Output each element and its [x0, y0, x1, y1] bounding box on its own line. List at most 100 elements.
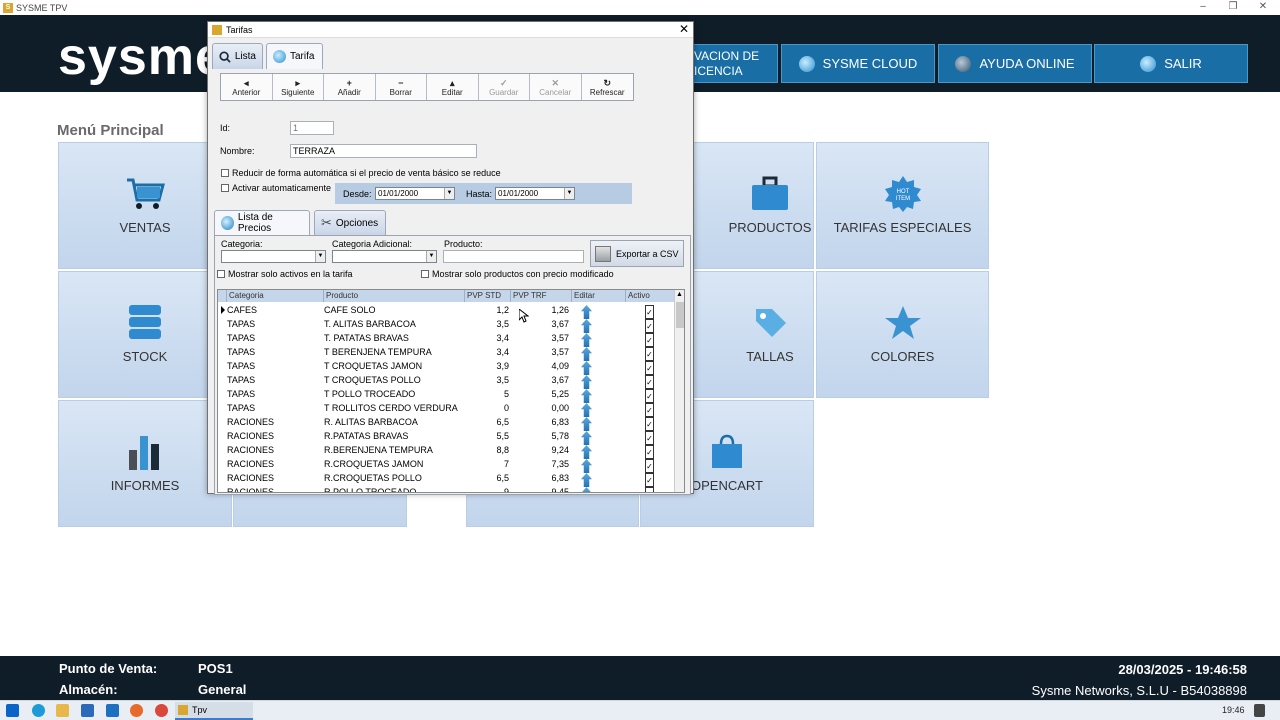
cell-activo[interactable]: ✓ [645, 373, 655, 389]
cell-activo[interactable]: ✓ [645, 429, 655, 445]
cell-editar[interactable] [581, 401, 593, 417]
editar-button[interactable]: ▴ Editar [427, 74, 479, 100]
col-pvp-std[interactable]: PVP STD [465, 290, 511, 302]
scroll-thumb[interactable] [676, 302, 684, 328]
id-field[interactable]: 1 [290, 121, 334, 135]
cell-activo[interactable]: ✓ [645, 443, 655, 459]
cell-activo[interactable]: ✓ [645, 457, 655, 473]
table-row[interactable]: TAPAS T. ALITAS BARBACOA 3,5 3,67 ✓ [218, 317, 676, 333]
dialog-close-icon[interactable]: ✕ [679, 22, 689, 37]
table-row[interactable]: RACIONES R. ALITAS BARBACOA 6,5 6,83 ✓ [218, 415, 676, 431]
table-row[interactable]: RACIONES R.PATATAS BRAVAS 5,5 5,78 ✓ [218, 429, 676, 445]
tile-ventas[interactable]: VENTAS [58, 142, 232, 269]
tab-opciones[interactable]: ✂ Opciones [314, 210, 386, 235]
cell-producto: R.CROQUETAS JAMON [324, 459, 424, 469]
cell-activo[interactable]: ✓ [645, 345, 655, 361]
file-explorer-icon[interactable] [56, 704, 69, 717]
col-pvp-trf[interactable]: PVP TRF [511, 290, 572, 302]
table-row[interactable]: TAPAS T. PATATAS BRAVAS 3,4 3,57 ✓ [218, 331, 676, 347]
borrar-button[interactable]: − Borrar [376, 74, 427, 100]
salir-button[interactable]: SALIR [1094, 44, 1248, 83]
taskbar-tpv-app[interactable]: Tpv [175, 702, 253, 720]
col-editar[interactable]: Editar [572, 290, 626, 302]
cell-activo[interactable]: ✓ [645, 471, 655, 487]
close-window-icon[interactable]: ✕ [1248, 0, 1278, 15]
windows-start-icon[interactable] [6, 704, 19, 717]
siguiente-button[interactable]: ▸ Siguiente [273, 74, 324, 100]
cell-activo[interactable]: ✓ [645, 401, 655, 417]
categoria-select[interactable]: ▼ [221, 250, 326, 263]
cell-editar[interactable] [581, 359, 593, 375]
cell-editar[interactable] [581, 317, 593, 333]
table-row[interactable]: CAFES CAFE SOLO 1,2 1,26 ✓ [218, 303, 676, 319]
activacion-licencia-button[interactable]: VACION DE ICENCIA [685, 44, 778, 83]
scroll-up-icon[interactable]: ▲ [676, 291, 683, 298]
nombre-field[interactable]: TERRAZA [290, 144, 477, 158]
cell-editar[interactable] [581, 457, 593, 473]
mail-icon[interactable] [106, 704, 119, 717]
table-row[interactable]: RACIONES R.CROQUETAS JAMON 7 7,35 ✓ [218, 457, 676, 473]
restore-icon[interactable]: ❐ [1218, 0, 1248, 15]
table-row[interactable]: RACIONES R.BERENJENA TEMPURA 8,8 9,24 ✓ [218, 443, 676, 459]
store-icon[interactable] [81, 704, 94, 717]
solo-modificados-checkbox[interactable] [421, 270, 429, 278]
globe-icon [955, 55, 972, 72]
anadir-button[interactable]: + Añadir [324, 74, 376, 100]
cell-activo[interactable]: ✓ [645, 303, 655, 319]
activo-checkbox[interactable]: ✓ [645, 487, 654, 492]
col-producto[interactable]: Producto [324, 290, 465, 302]
minimize-icon[interactable]: – [1188, 0, 1218, 15]
table-row[interactable]: TAPAS T BERENJENA TEMPURA 3,4 3,57 ✓ [218, 345, 676, 361]
ayuda-online-button[interactable]: AYUDA ONLINE [938, 44, 1092, 83]
cell-editar[interactable] [581, 443, 593, 459]
desde-date-picker[interactable]: 01/01/2000 ▼ [375, 187, 455, 200]
cell-activo[interactable]: ✓ [645, 387, 655, 403]
tile-tarifas-especiales[interactable]: HOT ITEM TARIFAS ESPECIALES [816, 142, 989, 269]
tile-colores[interactable]: COLORES [816, 271, 989, 398]
cancelar-button[interactable]: ✕ Cancelar [530, 74, 582, 100]
table-row[interactable]: RACIONES R.POLLO TROCEADO 9 9,45 ✓ [218, 485, 676, 492]
cell-editar[interactable] [581, 429, 593, 445]
cell-editar[interactable] [581, 471, 593, 487]
sysme-cloud-button[interactable]: SYSME CLOUD [781, 44, 935, 83]
producto-input[interactable] [443, 250, 584, 263]
categoria-adicional-select[interactable]: ▼ [332, 250, 437, 263]
table-row[interactable]: RACIONES R.CROQUETAS POLLO 6,5 6,83 ✓ [218, 471, 676, 487]
reducir-checkbox[interactable] [221, 169, 229, 177]
cell-editar[interactable] [581, 387, 593, 403]
table-row[interactable]: TAPAS T ROLLITOS CERDO VERDURA 0 0,00 ✓ [218, 401, 676, 417]
table-row[interactable]: TAPAS T CROQUETAS POLLO 3,5 3,67 ✓ [218, 373, 676, 389]
tab-lista-precios[interactable]: Lista de Precios [214, 210, 310, 235]
cell-activo[interactable]: ✓ [645, 359, 655, 375]
refrescar-button[interactable]: ↻ Refrescar [582, 74, 634, 100]
activar-checkbox[interactable] [221, 184, 229, 192]
cell-editar[interactable] [581, 373, 593, 389]
hasta-date-picker[interactable]: 01/01/2000 ▼ [495, 187, 575, 200]
cell-activo[interactable]: ✓ [645, 317, 655, 333]
cell-editar[interactable] [581, 485, 593, 492]
exportar-csv-button[interactable]: Exportar a CSV [590, 240, 684, 267]
table-row[interactable]: TAPAS T CROQUETAS JAMON 3,9 4,09 ✓ [218, 359, 676, 375]
tile-informes[interactable]: INFORMES [58, 400, 232, 527]
firefox-icon[interactable] [130, 704, 143, 717]
solo-activos-checkbox[interactable] [217, 270, 225, 278]
tab-lista[interactable]: Lista [212, 43, 263, 69]
grid-scrollbar[interactable]: ▲ [674, 290, 684, 492]
chrome-icon[interactable] [155, 704, 168, 717]
notifications-icon[interactable] [1254, 704, 1265, 717]
col-categoria[interactable]: Categoria [227, 290, 324, 302]
table-row[interactable]: TAPAS T POLLO TROCEADO 5 5,25 ✓ [218, 387, 676, 403]
cell-editar[interactable] [581, 415, 593, 431]
cell-editar[interactable] [581, 331, 593, 347]
cell-activo[interactable]: ✓ [645, 415, 655, 431]
tile-stock[interactable]: STOCK [58, 271, 232, 398]
cell-editar[interactable] [581, 345, 593, 361]
anterior-button[interactable]: ◂ Anterior [221, 74, 273, 100]
col-activo[interactable]: Activo [626, 290, 676, 302]
guardar-button[interactable]: ✓ Guardar [479, 74, 530, 100]
cell-activo[interactable]: ✓ [645, 331, 655, 347]
cell-activo[interactable]: ✓ [645, 485, 655, 492]
cell-editar[interactable] [581, 303, 593, 319]
tab-tarifa[interactable]: Tarifa [266, 43, 323, 69]
edge-icon[interactable] [32, 704, 45, 717]
